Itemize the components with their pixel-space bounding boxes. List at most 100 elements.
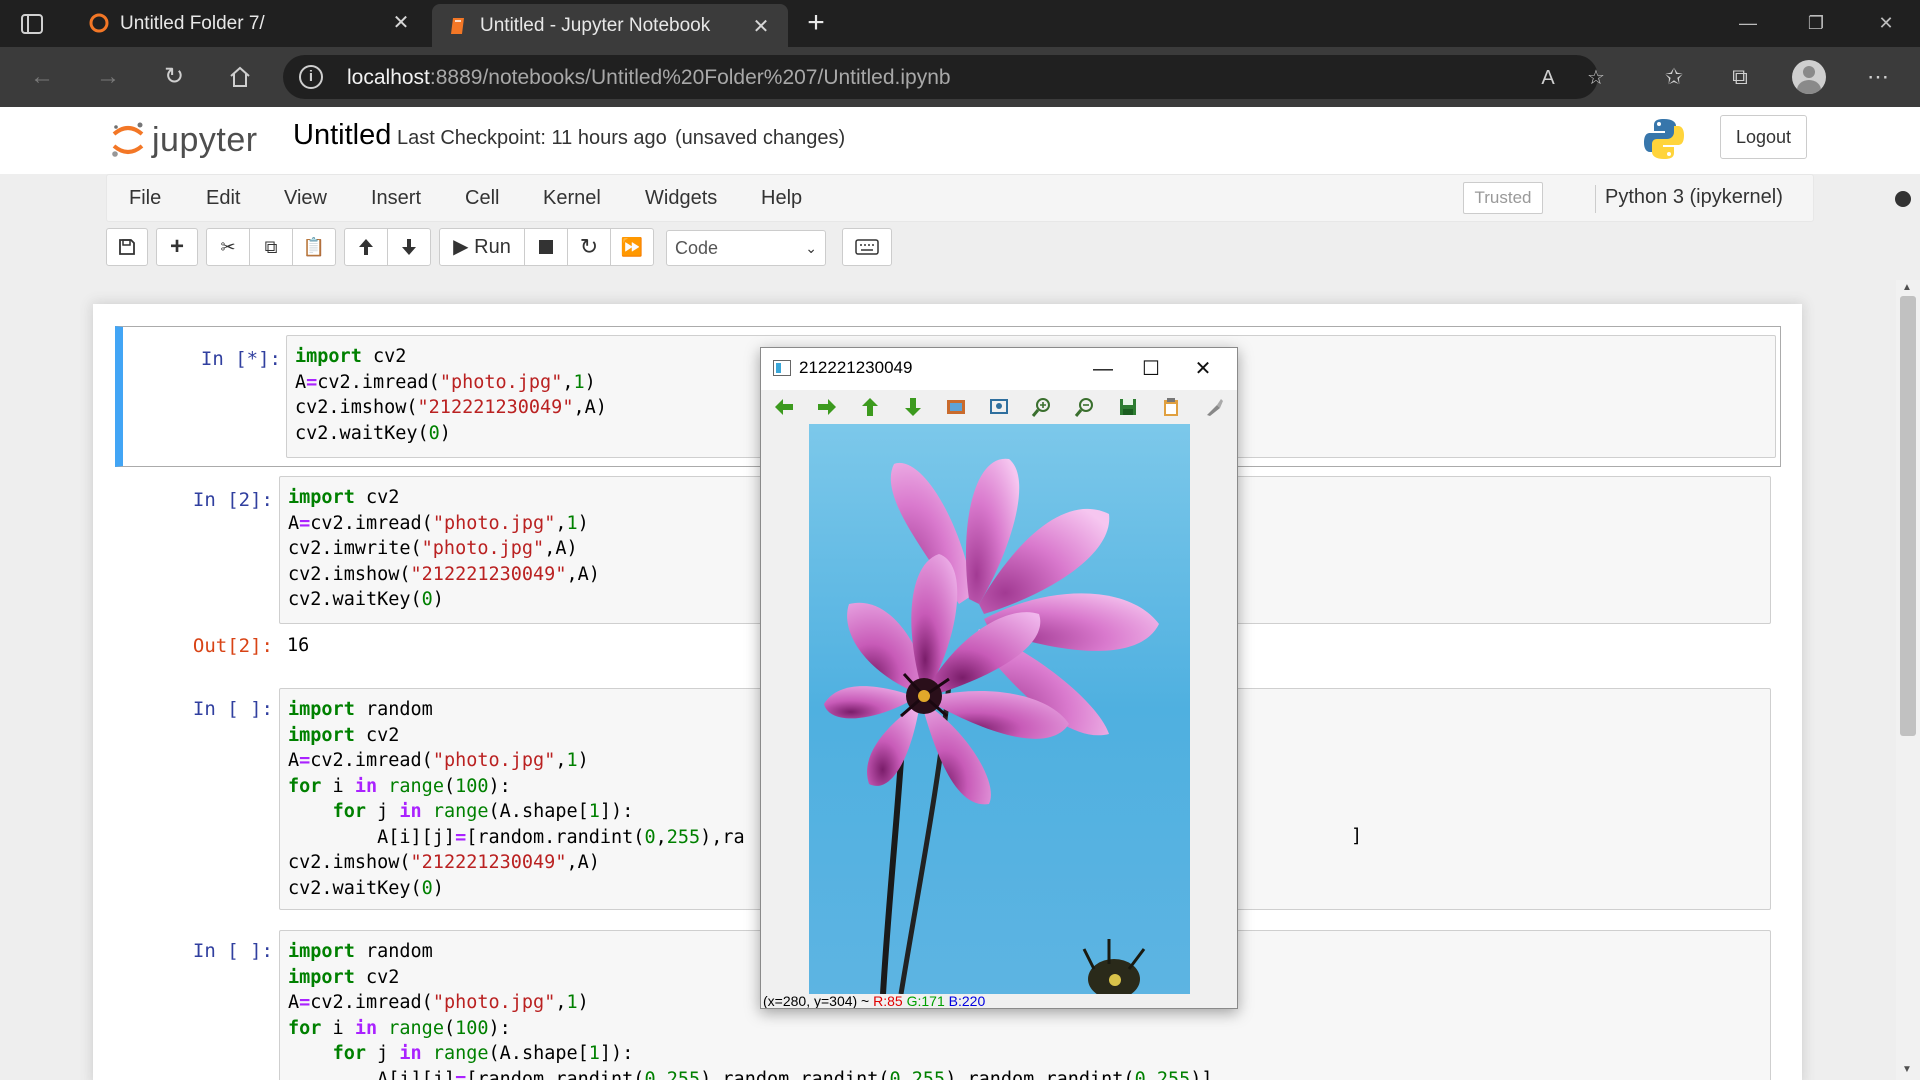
cell-output: 16 (287, 635, 310, 656)
menu-widgets[interactable]: Widgets (645, 187, 717, 210)
tab-close-icon[interactable]: ✕ (750, 16, 772, 38)
back-icon[interactable]: ← (24, 59, 60, 95)
jupyter-favicon-icon (88, 12, 109, 33)
pan-down-icon[interactable] (902, 396, 924, 418)
pixel-blue-value: B:220 (948, 994, 986, 1008)
opencv-window[interactable]: 212221230049 — ☐ ✕ (x=280, y=304) ~ R:85… (760, 347, 1238, 1009)
kernel-divider (1595, 185, 1596, 213)
arrow-down-icon (402, 239, 416, 255)
tab-actions-icon[interactable] (18, 10, 46, 38)
menu-file[interactable]: File (129, 187, 161, 210)
opencv-toolbar (761, 390, 1237, 424)
close-icon[interactable]: ✕ (1181, 352, 1225, 386)
copy-button[interactable]: ⧉ (249, 228, 293, 266)
pan-left-icon[interactable] (773, 396, 795, 418)
favorites-icon[interactable]: ✩ (1656, 59, 1692, 95)
menu-bar: File Edit View Insert Cell Kernel Widget… (106, 174, 1911, 222)
logout-button[interactable]: Logout (1720, 115, 1807, 159)
move-down-button[interactable] (387, 228, 431, 266)
more-menu-icon[interactable]: ⋯ (1860, 59, 1896, 95)
move-up-button[interactable] (344, 228, 388, 266)
cosmos-flower-photo (809, 424, 1190, 994)
menu-view[interactable]: View (284, 187, 327, 210)
properties-icon[interactable] (1203, 396, 1225, 418)
kernel-name[interactable]: Python 3 (ipykernel) (1605, 186, 1783, 209)
zoom-original-icon[interactable] (988, 396, 1010, 418)
cell-type-value: Code (675, 238, 719, 258)
interrupt-button[interactable] (524, 228, 568, 266)
opencv-titlebar[interactable]: 212221230049 — ☐ ✕ (761, 348, 1237, 390)
input-prompt: In [ ]: (192, 940, 273, 962)
menu-edit[interactable]: Edit (206, 187, 240, 210)
run-button[interactable]: ▶ Run (439, 228, 525, 266)
url-host: localhost (347, 66, 430, 89)
trusted-indicator[interactable]: Trusted (1463, 182, 1543, 214)
add-favorite-icon[interactable]: ☆ (1583, 65, 1609, 91)
collections-icon[interactable]: ⧉ (1722, 59, 1758, 95)
close-window-icon[interactable]: ✕ (1852, 0, 1920, 47)
copy-image-icon[interactable] (1160, 396, 1182, 418)
forward-icon[interactable]: → (90, 59, 126, 95)
home-icon[interactable] (222, 59, 258, 95)
page-scrollbar[interactable]: ▲ ▼ (1896, 280, 1920, 1080)
cell-type-select[interactable]: Code ⌄ (666, 230, 826, 266)
insert-cell-button[interactable]: + (156, 228, 198, 266)
maximize-icon[interactable]: ☐ (1129, 352, 1173, 386)
restore-icon[interactable]: ❐ (1782, 0, 1850, 47)
read-aloud-icon[interactable]: A (1535, 65, 1561, 91)
jupyter-header: jupyter Untitled Last Checkpoint: 11 hou… (0, 107, 1920, 174)
zoom-out-icon[interactable] (1074, 396, 1096, 418)
browser-tab-folder[interactable]: Untitled Folder 7/ ✕ (72, 0, 428, 47)
scrollbar-thumb[interactable] (1900, 296, 1916, 736)
refresh-icon[interactable]: ↻ (156, 59, 192, 95)
save-button[interactable] (106, 228, 148, 266)
minimize-icon[interactable]: — (1714, 0, 1782, 47)
scroll-down-icon[interactable]: ▼ (1902, 1064, 1912, 1075)
menu-kernel[interactable]: Kernel (543, 187, 601, 210)
notebook-title[interactable]: Untitled (293, 119, 391, 152)
opencv-window-title: 212221230049 (799, 358, 913, 377)
browser-tab-notebook[interactable]: Untitled - Jupyter Notebook ✕ (432, 4, 788, 47)
autosave-status: (unsaved changes) (675, 127, 846, 149)
paste-button[interactable]: 📋 (292, 228, 336, 266)
pan-right-icon[interactable] (816, 396, 838, 418)
scroll-up-icon[interactable]: ▲ (1902, 282, 1912, 293)
menu-cell[interactable]: Cell (465, 187, 499, 210)
checkpoint-status: Last Checkpoint: 11 hours ago (397, 127, 667, 149)
opencv-status-bar: (x=280, y=304) ~ R:85 G:171 B:220 (763, 994, 1233, 1008)
tab-title: Untitled Folder 7/ (120, 12, 265, 34)
cut-button[interactable]: ✂ (206, 228, 250, 266)
zoom-in-icon[interactable] (1031, 396, 1053, 418)
restart-button[interactable]: ↻ (567, 228, 611, 266)
jupyter-wordmark: jupyter (152, 120, 258, 159)
tab-title: Untitled - Jupyter Notebook (480, 14, 711, 36)
code-text-tail: ] (1351, 826, 1363, 847)
address-bar: ← → ↻ i localhost:8889/notebooks/Untitle… (0, 47, 1920, 107)
zoom-fit-icon[interactable] (945, 396, 967, 418)
site-info-icon[interactable]: i (299, 65, 323, 89)
window-app-icon (773, 360, 791, 376)
new-tab-icon[interactable]: + (800, 8, 832, 40)
python-logo-icon (1642, 117, 1686, 161)
profile-avatar[interactable] (1792, 60, 1826, 94)
input-prompt: In [2]: (192, 489, 273, 511)
run-label: Run (474, 236, 511, 258)
notebook-favicon-icon (448, 16, 468, 36)
jupyter-logo[interactable]: jupyter (110, 117, 258, 163)
pan-up-icon[interactable] (859, 396, 881, 418)
jupyter-logo-icon (110, 120, 146, 160)
url-path: :8889/notebooks/Untitled%20Folder%207/Un… (429, 66, 951, 89)
pixel-green-value: G:171 (906, 994, 945, 1008)
menu-insert[interactable]: Insert (371, 187, 421, 210)
kernel-busy-indicator (1895, 191, 1911, 207)
pixel-red-value: R:85 (873, 994, 903, 1008)
command-palette-button[interactable] (842, 228, 892, 266)
restart-run-all-button[interactable]: ⏩ (610, 228, 654, 266)
play-icon: ▶ (453, 236, 469, 258)
url-field[interactable]: i localhost:8889/notebooks/Untitled%20Fo… (283, 55, 1605, 99)
save-image-icon[interactable] (1117, 396, 1139, 418)
menu-help[interactable]: Help (761, 187, 802, 210)
minimize-icon[interactable]: — (1081, 352, 1125, 386)
tab-close-icon[interactable]: ✕ (390, 12, 412, 34)
flower-image[interactable] (809, 424, 1190, 994)
